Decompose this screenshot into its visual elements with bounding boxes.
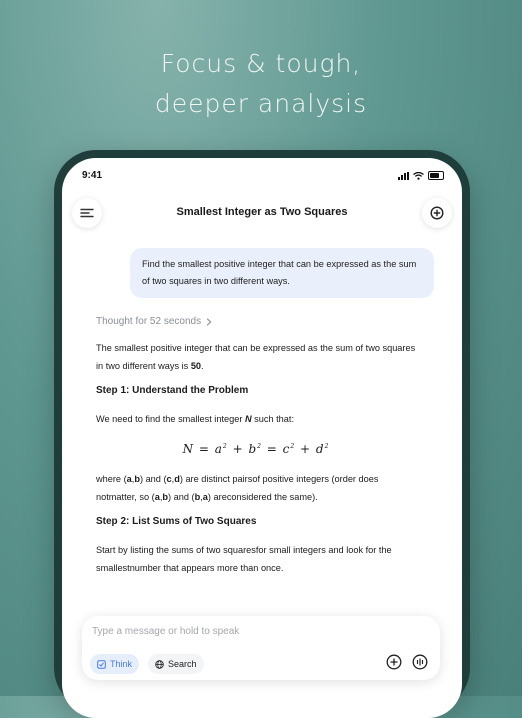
step-1-text: We need to find the smallest integer N s… <box>96 410 416 428</box>
think-icon <box>97 659 106 669</box>
promo-headline: Focus & tough, deeper analysis <box>0 44 522 124</box>
eq-equals-1: = <box>194 442 215 456</box>
step-1-text-pre: We need to find the smallest integer <box>96 414 245 424</box>
chat-title: Smallest Integer as Two Squares <box>176 206 348 218</box>
intro-text: The smallest positive integer that can b… <box>96 343 416 371</box>
step-1-heading: Step 1: Understand the Problem <box>96 385 249 396</box>
thought-label: Thought for 52 seconds <box>96 316 202 327</box>
eq-term-d: d <box>315 442 325 456</box>
new-chat-icon <box>430 206 444 220</box>
think-label: Think <box>110 659 133 669</box>
message-input[interactable]: Type a message or hold to speak <box>92 626 239 637</box>
chevron-right-icon <box>206 317 212 326</box>
search-toggle[interactable]: Search <box>148 654 204 674</box>
sum-of-squares-equation: N = a2 + b2 = c2 + d2 <box>96 442 416 456</box>
where-text-1: where ( <box>96 474 127 484</box>
promo-line-2: deeper analysis <box>154 89 368 118</box>
search-label: Search <box>168 659 197 669</box>
response-intro: The smallest positive integer that can b… <box>96 339 416 375</box>
where-text-2: ) and ( <box>139 474 167 484</box>
promo-line-1: Focus & tough, <box>160 49 362 78</box>
status-bar: 9:41 <box>62 166 462 186</box>
new-chat-button[interactable] <box>422 198 452 228</box>
phone-screen: 9:41 Smallest Integer as Two Squares Fin… <box>62 158 462 718</box>
eq-term-b: b <box>248 442 258 456</box>
intro-end: . <box>201 361 204 371</box>
where-clause: where (a,b) and (c,d) are distinct pairs… <box>96 470 416 506</box>
globe-icon <box>155 659 164 669</box>
user-message-bubble: Find the smallest positive integer that … <box>130 248 434 298</box>
variable-n: N <box>244 414 252 424</box>
step-2-heading: Step 2: List Sums of Two Squares <box>96 516 257 527</box>
status-time: 9:41 <box>82 170 103 181</box>
attach-button[interactable] <box>384 652 404 672</box>
eq-lhs: N <box>182 442 195 456</box>
where-text-4: ) and ( <box>168 492 195 502</box>
plus-circle-icon <box>386 654 402 670</box>
answer-value: 50 <box>190 361 202 371</box>
eq-equals-2: = <box>261 442 283 456</box>
step-1-text-post: such that: <box>251 414 294 424</box>
thought-toggle[interactable]: Thought for 52 seconds <box>96 316 416 327</box>
assistant-response: Thought for 52 seconds The smallest posi… <box>96 316 416 587</box>
eq-plus-2: + <box>295 442 316 456</box>
wifi-icon <box>413 171 424 180</box>
step-2-text: Start by listing the sums of two squares… <box>96 545 392 573</box>
eq-exp-d: 2 <box>324 443 330 450</box>
chat-header: Smallest Integer as Two Squares <box>62 196 462 230</box>
status-icons <box>398 171 444 180</box>
voice-button[interactable] <box>410 652 430 672</box>
where-text-5: ) areconsidered the same). <box>207 492 318 502</box>
signal-icon <box>398 171 409 180</box>
eq-plus-1: + <box>227 442 249 456</box>
message-composer: Type a message or hold to speak Think Se… <box>82 616 440 680</box>
battery-icon <box>428 171 444 180</box>
voice-wave-icon <box>412 654 428 670</box>
think-toggle[interactable]: Think <box>90 654 140 674</box>
eq-term-a: a <box>214 442 223 456</box>
